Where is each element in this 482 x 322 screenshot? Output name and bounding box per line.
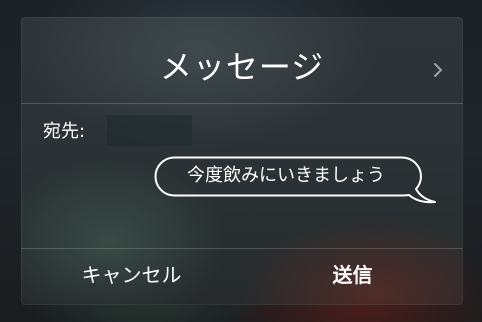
message-bubble[interactable]: 今度飲みにいきましょう xyxy=(154,156,444,208)
recipient-field[interactable] xyxy=(107,115,192,146)
screen-background: メッセージ 宛先: 今度飲みにいきましょう キャンセル 送信 xyxy=(0,0,482,322)
recipient-label: 宛先: xyxy=(43,121,86,142)
message-text: 今度飲みにいきましょう xyxy=(187,165,385,186)
cancel-button[interactable]: キャンセル xyxy=(21,261,242,289)
message-sheet: メッセージ 宛先: 今度飲みにいきましょう キャンセル 送信 xyxy=(21,17,463,305)
header-divider xyxy=(21,103,463,104)
send-button[interactable]: 送信 xyxy=(242,261,463,289)
sheet-title: メッセージ xyxy=(159,48,325,86)
footer-divider xyxy=(21,248,463,249)
chevron-right-icon[interactable] xyxy=(431,62,445,78)
